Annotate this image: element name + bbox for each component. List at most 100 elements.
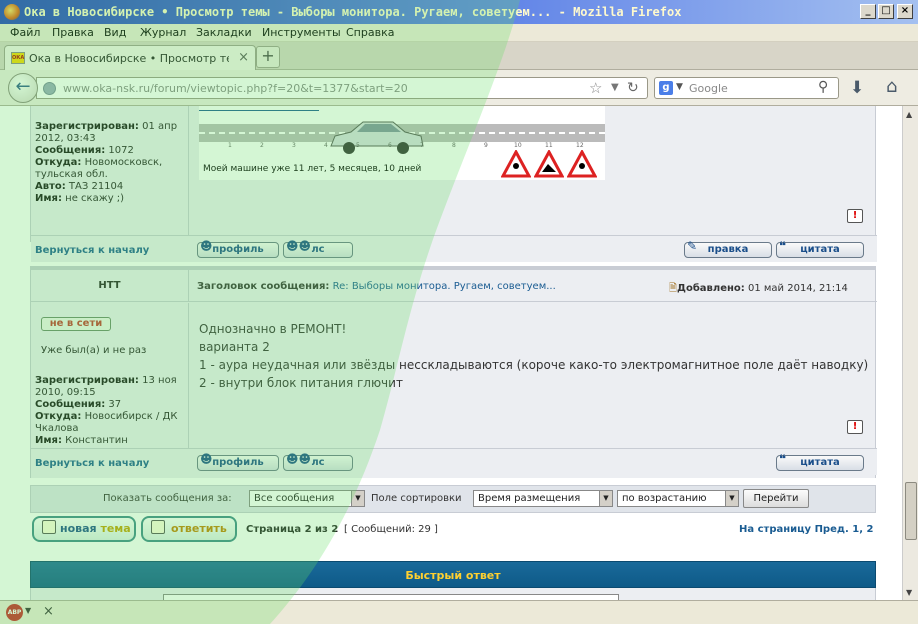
- offline-badge: не в сети: [41, 317, 111, 331]
- road-sign-2-icon: [534, 150, 564, 178]
- post-date: 🗎Добавлено: 01 май 2014, 21:14: [669, 283, 848, 294]
- menu-bookmarks[interactable]: Закладки: [196, 26, 252, 39]
- close-button[interactable]: ×: [897, 4, 913, 19]
- back-to-top-link[interactable]: Вернуться к началу: [35, 245, 149, 256]
- reply-icon: [151, 520, 165, 534]
- tab-close-icon[interactable]: ×: [238, 50, 249, 65]
- quote-button[interactable]: ❝ цитата: [776, 239, 864, 258]
- posts-count: Сообщения: 1072: [35, 145, 134, 156]
- window-titlebar: Ока в Новосибирске • Просмотр темы - Выб…: [0, 0, 918, 24]
- name-line: Имя: не скажу ;): [35, 193, 125, 204]
- downloads-icon[interactable]: ⬇: [850, 78, 864, 98]
- menu-file[interactable]: Файл: [10, 26, 40, 39]
- post-htt: HTT Заголовок сообщения: Re: Выборы мони…: [30, 270, 877, 478]
- globe-icon: [43, 82, 56, 95]
- show-label: Показать сообщения за:: [103, 493, 232, 504]
- google-icon[interactable]: g: [659, 81, 673, 95]
- quote-icon: ❝: [779, 239, 787, 253]
- posts-count: Сообщения: 37: [35, 399, 122, 410]
- chevron-down-icon: ▼: [351, 491, 364, 506]
- window-title: Ока в Новосибирске • Просмотр темы - Выб…: [24, 5, 682, 19]
- adblock-dropdown-icon[interactable]: ▼: [25, 606, 31, 615]
- author-name[interactable]: HTT: [31, 270, 189, 302]
- page-content: Зарегистрирован: 01 апр 2012, 03:43 Сооб…: [0, 106, 902, 600]
- signature-banner: 1 2 3 4 5 6 7 8 9 10 11 12 Моей машине у…: [199, 106, 605, 180]
- close-addon-bar-icon[interactable]: ×: [43, 604, 54, 619]
- quote-button[interactable]: ❝ цитата: [776, 452, 864, 471]
- prev-page-link[interactable]: Пред.: [815, 524, 849, 535]
- navigation-bar: www.oka-nsk.ru/forum/viewtopic.php?f=20&…: [0, 70, 918, 106]
- chevron-down-icon: ▼: [599, 491, 612, 506]
- reply-button[interactable]: ответить: [141, 516, 237, 542]
- report-post-icon[interactable]: !: [847, 420, 863, 434]
- document-icon: [42, 520, 56, 534]
- post-footer: Вернуться к началу ☻ профиль ☻☻ лс ✎ правка…: [31, 235, 877, 262]
- new-topic-button[interactable]: новая тема: [32, 516, 136, 542]
- post-header: HTT Заголовок сообщения: Re: Выборы мони…: [31, 270, 877, 302]
- report-post-icon[interactable]: !: [847, 209, 863, 223]
- search-engine-dropdown-icon[interactable]: ▼: [676, 82, 683, 92]
- post-line: 2 - внутри блок питания глючит: [199, 376, 403, 390]
- minimize-button[interactable]: _: [860, 4, 876, 19]
- status-bar: ABP ▼ ×: [0, 600, 918, 624]
- menu-bar: Файл Правка Вид Журнал Закладки Инструме…: [0, 24, 918, 42]
- page-info: Страница 2 из 2: [246, 524, 339, 535]
- menu-tools[interactable]: Инструменты: [262, 26, 341, 39]
- show-select[interactable]: Все сообщения ▼: [249, 490, 365, 507]
- sort-select[interactable]: Время размещения ▼: [473, 490, 613, 507]
- post-body: Однозначно в РЕМОНТ! варианта 2 1 - аура…: [199, 320, 868, 392]
- maximize-button[interactable]: □: [878, 4, 894, 19]
- bookmark-star-icon[interactable]: ☆: [589, 79, 602, 97]
- firefox-icon: [4, 4, 20, 20]
- post-line: варианта 2: [199, 340, 270, 354]
- post-previous: Зарегистрирован: 01 апр 2012, 03:43 Сооб…: [30, 106, 877, 262]
- adblock-icon[interactable]: ABP: [6, 604, 23, 621]
- url-bar[interactable]: www.oka-nsk.ru/forum/viewtopic.php?f=20&…: [36, 77, 648, 99]
- users-icon: ☻☻: [286, 239, 312, 253]
- post-author-profile: Зарегистрирован: 01 апр 2012, 03:43 Сооб…: [31, 106, 189, 242]
- vertical-scrollbar[interactable]: ▲ ▼: [902, 106, 918, 600]
- pm-button[interactable]: ☻☻ лс: [283, 452, 353, 471]
- edit-button[interactable]: ✎ правка: [684, 239, 772, 258]
- user-icon: ☻: [200, 452, 213, 466]
- post-icon: 🗎: [669, 283, 678, 294]
- search-placeholder: Google: [689, 82, 728, 95]
- history-dropdown-icon[interactable]: ▼: [611, 82, 619, 93]
- menu-history[interactable]: Журнал: [140, 26, 186, 39]
- profile-button[interactable]: ☻ профиль: [197, 452, 279, 471]
- back-to-top-link[interactable]: Вернуться к началу: [35, 458, 149, 469]
- scroll-down-icon[interactable]: ▼: [906, 588, 912, 597]
- pm-button[interactable]: ☻☻ лс: [283, 239, 353, 258]
- post-line: 1 - аура неудачная или звёзды несскладыв…: [199, 358, 869, 372]
- quote-icon: ❝: [779, 452, 787, 466]
- menu-view[interactable]: Вид: [104, 26, 126, 39]
- search-box[interactable]: g ▼ Google ⚲: [654, 77, 839, 99]
- reload-icon[interactable]: ↻: [627, 80, 639, 96]
- signature-text: Моей машине уже 11 лет, 5 месяцев, 10 дн…: [203, 164, 422, 174]
- car-line: Авто: ТАЗ 21104: [35, 181, 124, 192]
- menu-edit[interactable]: Правка: [52, 26, 94, 39]
- goto-label: На страницу: [739, 524, 812, 535]
- post-line: Однозначно в РЕМОНТ!: [199, 322, 347, 336]
- search-icon[interactable]: ⚲: [818, 79, 828, 95]
- url-text: www.oka-nsk.ru/forum/viewtopic.php?f=20&…: [63, 82, 408, 95]
- road-sign-1-icon: [501, 150, 531, 178]
- menu-help[interactable]: Справка: [346, 26, 394, 39]
- from-line-2: Чкалова: [35, 423, 79, 434]
- tab-bar: ОКА Ока в Новосибирске • Просмотр темы -…: [0, 42, 918, 70]
- scroll-thumb[interactable]: [905, 482, 917, 540]
- post-subject: Заголовок сообщения: Re: Выборы монитора…: [197, 281, 556, 292]
- registered-line: Зарегистрирован: 13 ноя: [35, 375, 177, 386]
- profile-button[interactable]: ☻ профиль: [197, 239, 279, 258]
- go-button[interactable]: Перейти: [743, 489, 809, 508]
- tab-active[interactable]: ОКА Ока в Новосибирске • Просмотр темы -…: [4, 45, 256, 70]
- home-icon[interactable]: ⌂: [886, 76, 897, 97]
- back-button[interactable]: ←: [8, 73, 38, 103]
- post-footer: Вернуться к началу ☻ профиль ☻☻ лс ❝ цитата: [31, 448, 877, 475]
- page-link-2[interactable]: 2: [867, 524, 874, 535]
- scroll-up-icon[interactable]: ▲: [906, 110, 912, 119]
- order-select[interactable]: по возрастанию ▼: [617, 490, 739, 507]
- from-line: Откуда: Новосибирск / ДК: [35, 411, 178, 422]
- new-tab-button[interactable]: +: [256, 46, 280, 68]
- sort-bar: Показать сообщения за: Все сообщения ▼ По…: [30, 485, 876, 513]
